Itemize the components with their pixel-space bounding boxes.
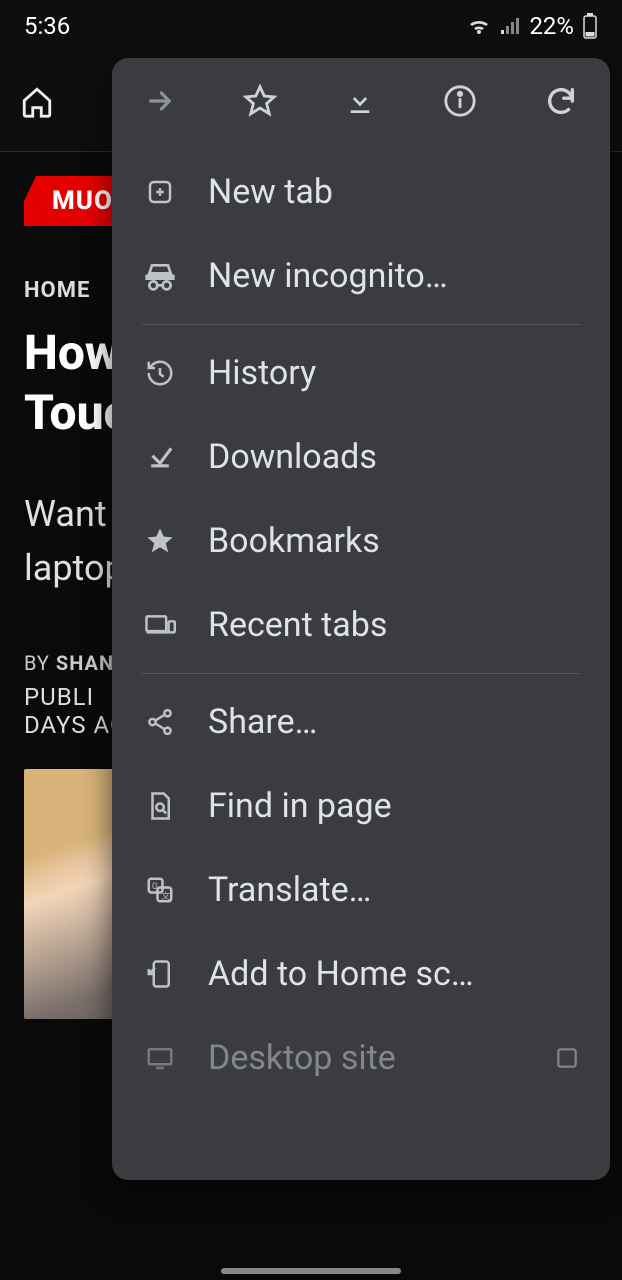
status-right: 22% — [467, 12, 598, 40]
menu-item-history[interactable]: History — [112, 331, 610, 415]
menu-item-incognito[interactable]: New incognito… — [112, 234, 610, 318]
translate-icon: G文 — [142, 875, 178, 905]
menu-label: Add to Home sc… — [208, 954, 474, 994]
battery-percent: 22% — [529, 12, 574, 40]
overflow-menu: New tab New incognito… History Downloads — [112, 58, 610, 1180]
status-time: 5:36 — [24, 12, 70, 40]
menu-item-recent-tabs[interactable]: Recent tabs — [112, 583, 610, 667]
menu-label: New incognito… — [208, 256, 448, 296]
bookmarks-icon — [142, 526, 178, 556]
desktop-icon — [142, 1045, 178, 1071]
menu-item-translate[interactable]: G文 Translate… — [112, 848, 610, 932]
bookmark-star-icon[interactable] — [243, 84, 277, 118]
reload-icon[interactable] — [544, 84, 578, 118]
checkbox-icon[interactable] — [554, 1045, 580, 1071]
menu-divider — [142, 673, 580, 674]
incognito-icon — [142, 261, 178, 291]
share-icon — [142, 707, 178, 737]
menu-divider — [142, 324, 580, 325]
menu-item-bookmarks[interactable]: Bookmarks — [112, 499, 610, 583]
download-icon[interactable] — [344, 85, 376, 117]
menu-item-add-home[interactable]: Add to Home sc… — [112, 932, 610, 1016]
menu-label: Share… — [208, 702, 317, 742]
menu-label: History — [208, 353, 316, 393]
menu-label: Desktop site — [208, 1038, 396, 1078]
menu-label: Downloads — [208, 437, 377, 477]
menu-label: New tab — [208, 172, 333, 212]
nav-handle[interactable] — [221, 1268, 401, 1274]
menu-item-new-tab[interactable]: New tab — [112, 150, 610, 234]
menu-list: New tab New incognito… History Downloads — [112, 144, 610, 1180]
battery-icon — [582, 13, 598, 39]
menu-item-share[interactable]: Share… — [112, 680, 610, 764]
menu-label: Bookmarks — [208, 521, 380, 561]
menu-label: Recent tabs — [208, 605, 387, 645]
menu-label: Translate… — [208, 870, 371, 910]
add-home-icon — [142, 959, 178, 989]
menu-label: Find in page — [208, 786, 392, 826]
svg-text:G: G — [152, 882, 158, 892]
find-icon — [142, 791, 178, 821]
forward-icon[interactable] — [144, 85, 176, 117]
signal-icon — [499, 16, 521, 36]
downloads-icon — [142, 442, 178, 472]
recent-tabs-icon — [142, 612, 178, 638]
menu-item-desktop-site[interactable]: Desktop site — [112, 1016, 610, 1100]
menu-item-find[interactable]: Find in page — [112, 764, 610, 848]
history-icon — [142, 358, 178, 388]
svg-text:文: 文 — [161, 890, 170, 902]
menu-toolbar — [112, 58, 610, 144]
wifi-icon — [467, 16, 491, 36]
info-icon[interactable] — [443, 84, 477, 118]
status-bar: 5:36 22% — [0, 0, 622, 52]
new-tab-icon — [142, 177, 178, 207]
home-icon[interactable] — [20, 85, 54, 119]
menu-item-downloads[interactable]: Downloads — [112, 415, 610, 499]
